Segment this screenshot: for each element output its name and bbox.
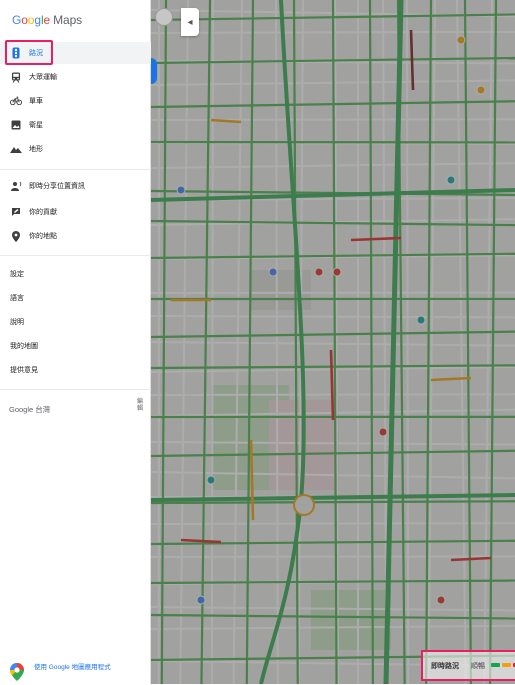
collapse-panel-button[interactable]: ◂ <box>181 8 199 36</box>
google-maps-pin-icon <box>10 663 24 681</box>
menu-item-terrain[interactable]: 地形 <box>0 138 151 160</box>
map-scrim[interactable] <box>151 0 515 684</box>
terrain-icon <box>10 143 22 155</box>
get-app-link[interactable]: 使用 Google 地圖應用程式 <box>10 663 124 681</box>
menu-item-label: 語言 <box>10 293 24 303</box>
get-app-label: 使用 Google 地圖應用程式 <box>34 663 124 681</box>
legend-bar-medium <box>502 663 511 667</box>
menu-item-satellite[interactable]: 衛星 <box>0 114 151 136</box>
menu-item-location-sharing[interactable]: 即時分享位置資訊 <box>0 175 151 197</box>
bicycle-icon <box>10 95 22 107</box>
menu-item-feedback[interactable]: 提供意見 <box>0 359 151 381</box>
menu-item-label: 提供意見 <box>10 365 38 375</box>
divider <box>0 169 151 170</box>
place-pin-icon <box>10 230 22 242</box>
menu-item-label: 你的貢獻 <box>29 207 57 217</box>
menu-item-label: 大眾運輸 <box>29 72 57 82</box>
contribution-icon <box>10 206 22 218</box>
satellite-icon <box>10 119 22 131</box>
side-menu: GoogleMaps 路況 大眾運輸 單車 衛星 地形 <box>0 0 151 684</box>
menu-item-label: 地形 <box>29 144 43 154</box>
traffic-legend: 即時路況 順暢 壅塞 <box>421 650 515 681</box>
legend-bar-fast <box>491 663 500 667</box>
menu-item-contributions[interactable]: 你的貢獻 <box>0 201 151 223</box>
map-side-handle[interactable] <box>151 58 157 84</box>
transit-icon <box>10 71 22 83</box>
chevron-left-icon: ◂ <box>187 17 192 28</box>
menu-item-your-places[interactable]: 你的地點 <box>0 225 151 247</box>
traffic-highlight-box <box>5 40 53 65</box>
menu-item-label: 你的地點 <box>29 231 57 241</box>
map-canvas[interactable]: ◂ 即時路況 順暢 壅塞 <box>151 0 515 684</box>
menu-item-transit[interactable]: 大眾運輸 <box>0 66 151 88</box>
menu-item-help[interactable]: 說明 <box>0 311 151 333</box>
menu-item-label: 設定 <box>10 269 24 279</box>
menu-item-label: 衛星 <box>29 120 43 130</box>
avatar[interactable] <box>155 8 173 26</box>
legend-fast-label: 順暢 <box>471 661 485 671</box>
divider <box>0 389 151 390</box>
location-sharing-icon <box>10 180 22 192</box>
menu-item-settings[interactable]: 設定 <box>0 263 151 285</box>
divider <box>0 255 151 256</box>
google-maps-logo[interactable]: GoogleMaps <box>12 13 82 27</box>
menu-item-label: 即時分享位置資訊 <box>29 181 85 191</box>
legend-title: 即時路況 <box>431 661 459 671</box>
menu-item-label: 單車 <box>29 96 43 106</box>
menu-item-bicycle[interactable]: 單車 <box>0 90 151 112</box>
menu-item-my-maps[interactable]: 我的地圖 <box>0 335 151 357</box>
menu-item-languages[interactable]: 語言 <box>0 287 151 309</box>
menu-item-label: 我的地圖 <box>10 341 38 351</box>
footer-brand[interactable]: Google 台灣 <box>9 404 50 415</box>
edit-link[interactable]: 編輯 <box>137 399 145 413</box>
menu-item-label: 說明 <box>10 317 24 327</box>
